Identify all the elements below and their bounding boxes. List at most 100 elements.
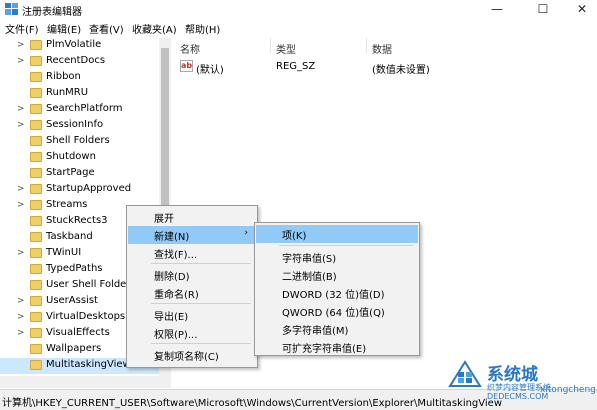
column-header-type[interactable]: 类型: [276, 41, 296, 56]
tree-item-label: Taskband: [46, 231, 93, 242]
context-rename[interactable]: 重命名(R): [128, 284, 256, 302]
context-permissions[interactable]: 权限(P)...: [128, 324, 256, 342]
tree-item-label: UserAssist: [46, 295, 98, 306]
tree-item[interactable]: Shutdown: [0, 150, 160, 166]
folder-icon: [30, 40, 42, 50]
tree-item-label: Streams: [46, 199, 88, 210]
tree-item-label: Ribbon: [46, 71, 81, 82]
tree-item-label: VirtualDesktops: [46, 311, 126, 322]
title-bar: 注册表编辑器 — ☐ ✕: [0, 0, 597, 19]
folder-icon: [30, 216, 42, 226]
menu-divider: [151, 263, 251, 264]
folder-icon: [30, 296, 42, 306]
close-button[interactable]: ✕: [567, 0, 597, 19]
new-expandable-string-value[interactable]: 可扩充字符串值(E): [256, 338, 418, 356]
tree-item-label: RecentDocs: [46, 55, 106, 66]
menu-edit[interactable]: 编辑(E): [47, 21, 81, 36]
context-expand[interactable]: 展开: [128, 208, 256, 226]
folder-icon: [30, 328, 42, 338]
folder-icon: [30, 152, 42, 162]
menu-divider: [151, 343, 251, 344]
new-submenu: 项(K) 字符串值(S) 二进制值(B) DWORD (32 位)值(D) QW…: [254, 222, 420, 356]
tree-horizontal-scrollbar[interactable]: [0, 376, 171, 388]
folder-icon: [30, 312, 42, 322]
watermark-line3: xitongcheng.com: [540, 385, 597, 395]
tree-item[interactable]: Ribbon: [0, 70, 160, 86]
value-data: (数值未设置): [372, 65, 430, 76]
folder-icon: [30, 280, 42, 290]
folder-icon: [30, 120, 42, 130]
chevron-right-icon[interactable]: >: [17, 40, 25, 50]
status-path: 计算机\HKEY_CURRENT_USER\Software\Microsoft…: [2, 398, 503, 409]
menu-help[interactable]: 帮助(H): [185, 21, 220, 36]
tree-item[interactable]: Shell Folders: [0, 134, 160, 150]
menu-divider: [151, 303, 251, 304]
watermark-logo-icon: [448, 360, 482, 387]
new-key[interactable]: 项(K): [256, 225, 418, 243]
tree-item[interactable]: > PlmVolatile: [0, 38, 160, 54]
tree-item[interactable]: > StartupApproved: [0, 182, 160, 198]
string-value-icon: ab: [180, 60, 193, 72]
submenu-arrow-icon: ›: [244, 228, 248, 238]
folder-icon: [30, 200, 42, 210]
menu-view[interactable]: 查看(V): [89, 21, 124, 36]
value-name[interactable]: (默认): [196, 61, 224, 76]
tree-item-label: StartPage: [46, 167, 95, 178]
window-title: 注册表编辑器: [22, 7, 82, 18]
tree-item-label: SessionInfo: [46, 119, 104, 130]
new-qword-value[interactable]: QWORD (64 位)值(Q): [256, 302, 418, 320]
chevron-right-icon[interactable]: >: [17, 200, 25, 210]
folder-icon: [30, 344, 42, 354]
column-header-name[interactable]: 名称: [180, 41, 200, 56]
folder-icon: [30, 56, 42, 66]
maximize-button[interactable]: ☐: [528, 0, 558, 19]
new-dword-value[interactable]: DWORD (32 位)值(D): [256, 284, 418, 302]
folder-icon: [30, 168, 42, 178]
chevron-right-icon[interactable]: >: [17, 184, 25, 194]
tree-item[interactable]: StartPage: [0, 166, 160, 182]
tree-item[interactable]: RunMRU: [0, 86, 160, 102]
tree-item[interactable]: > SearchPlatform: [0, 102, 160, 118]
tree-item[interactable]: > SessionInfo: [0, 118, 160, 134]
tree-item-label: PlmVolatile: [46, 39, 102, 50]
chevron-right-icon[interactable]: >: [17, 312, 25, 322]
minimize-button[interactable]: —: [482, 0, 512, 19]
context-copy-key-name[interactable]: 复制项名称(C): [128, 346, 256, 364]
tree-item[interactable]: > RecentDocs: [0, 54, 160, 70]
context-delete[interactable]: 删除(D): [128, 266, 256, 284]
chevron-right-icon[interactable]: >: [17, 120, 25, 130]
folder-icon: [30, 360, 42, 370]
folder-icon: [30, 88, 42, 98]
tree-item-label: VisualEffects: [46, 327, 110, 338]
chevron-right-icon[interactable]: >: [17, 328, 25, 338]
tree-item-label: User Shell Folder: [46, 279, 131, 290]
folder-icon: [30, 232, 42, 242]
menu-file[interactable]: 文件(F): [5, 21, 39, 36]
column-separator[interactable]: [366, 38, 367, 54]
new-binary-value[interactable]: 二进制值(B): [256, 266, 418, 284]
regedit-app-icon: [5, 3, 18, 15]
new-string-value[interactable]: 字符串值(S): [256, 248, 418, 266]
context-export[interactable]: 导出(E): [128, 306, 256, 324]
chevron-right-icon[interactable]: >: [17, 296, 25, 306]
menu-bar: 文件(F) 编辑(E) 查看(V) 收藏夹(A) 帮助(H): [0, 19, 597, 37]
tree-item-label: RunMRU: [46, 87, 89, 98]
tree-item-label: TWinUI: [46, 247, 82, 258]
folder-icon: [30, 248, 42, 258]
context-new[interactable]: 新建(N) ›: [128, 226, 256, 244]
context-find[interactable]: 查找(F)...: [128, 244, 256, 262]
menu-divider: [279, 245, 413, 246]
new-multi-string-value[interactable]: 多字符串值(M): [256, 320, 418, 338]
scrollbar-thumb[interactable]: [161, 48, 169, 218]
column-header-data[interactable]: 数据: [372, 41, 392, 56]
tree-item-label: StuckRects3: [46, 215, 108, 226]
chevron-right-icon[interactable]: >: [17, 248, 25, 258]
menu-favorites[interactable]: 收藏夹(A): [132, 21, 177, 36]
chevron-right-icon[interactable]: >: [17, 104, 25, 114]
folder-icon: [30, 136, 42, 146]
column-separator[interactable]: [270, 38, 271, 54]
tree-item-label: Wallpapers: [46, 343, 102, 354]
chevron-right-icon[interactable]: >: [17, 56, 25, 66]
tree-item-label: SearchPlatform: [46, 103, 123, 114]
context-menu: 展开 新建(N) › 查找(F)... 删除(D) 重命名(R) 导出(E) 权限…: [126, 205, 258, 368]
